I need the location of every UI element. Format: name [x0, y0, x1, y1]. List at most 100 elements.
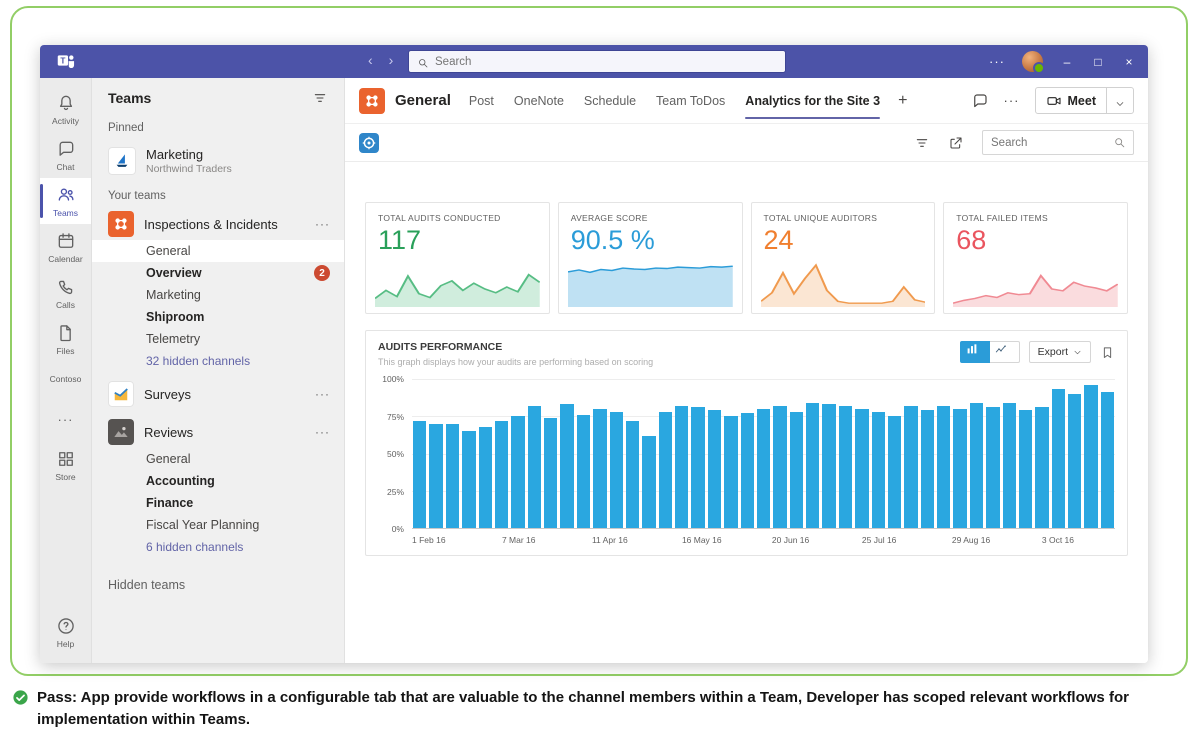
channel-row-shiproom[interactable]: Shiproom: [92, 306, 344, 328]
channel-row-general[interactable]: General: [92, 240, 344, 262]
channel-row-fiscal-year-planning[interactable]: Fiscal Year Planning: [92, 514, 344, 536]
bar-39[interactable]: [1052, 389, 1065, 528]
global-search-input[interactable]: [435, 56, 777, 68]
bar-42[interactable]: [1101, 392, 1114, 528]
tab-onenote[interactable]: OneNote: [514, 78, 564, 123]
team-row-reviews[interactable]: Reviews···: [92, 416, 344, 448]
rail-item-store[interactable]: Store: [40, 442, 91, 488]
tab-team-todos[interactable]: Team ToDos: [656, 78, 725, 123]
bar-4[interactable]: [479, 427, 492, 528]
bar-9[interactable]: [560, 404, 573, 528]
bar-7[interactable]: [528, 406, 541, 528]
rail-item-help[interactable]: Help: [40, 609, 91, 655]
bar-38[interactable]: [1035, 407, 1048, 528]
meet-dropdown-button[interactable]: [1107, 88, 1133, 113]
titlebar-more-button[interactable]: ···: [989, 54, 1005, 69]
channel-row-accounting[interactable]: Accounting: [92, 470, 344, 492]
share-icon[interactable]: [948, 135, 964, 151]
rail-item-calendar[interactable]: Calendar: [40, 224, 91, 270]
rail-item-contoso[interactable]: Contoso: [40, 362, 91, 396]
minimize-button[interactable]: –: [1060, 55, 1074, 69]
bar-40[interactable]: [1068, 394, 1081, 528]
bar-10[interactable]: [577, 415, 590, 528]
filter-icon[interactable]: [312, 90, 328, 106]
bar-24[interactable]: [806, 403, 819, 528]
bar-26[interactable]: [839, 406, 852, 528]
tab-analytics-for-the-site-3[interactable]: Analytics for the Site 3: [745, 78, 880, 123]
channel-row-overview[interactable]: Overview2: [92, 262, 344, 284]
bar-25[interactable]: [822, 404, 835, 528]
channel-row-32-hidden-channels[interactable]: 32 hidden channels: [92, 350, 344, 372]
channel-row-telemetry[interactable]: Telemetry: [92, 328, 344, 350]
bar-29[interactable]: [888, 416, 901, 528]
rail-item-chat[interactable]: Chat: [40, 132, 91, 178]
rail-item-files[interactable]: Files: [40, 316, 91, 362]
bar-34[interactable]: [970, 403, 983, 528]
bar-27[interactable]: [855, 409, 868, 528]
bar-23[interactable]: [790, 412, 803, 528]
rail-item-more[interactable]: ···: [40, 396, 91, 442]
tab-search-box[interactable]: [982, 130, 1134, 155]
team-row-surveys[interactable]: Surveys···: [92, 378, 344, 410]
back-button[interactable]: ‹: [368, 52, 373, 69]
bar-20[interactable]: [741, 413, 754, 528]
channel-row-6-hidden-channels[interactable]: 6 hidden channels: [92, 536, 344, 558]
bar-16[interactable]: [675, 406, 688, 528]
bar-12[interactable]: [610, 412, 623, 528]
pinned-team-marketing[interactable]: Marketing Northwind Traders: [92, 140, 344, 182]
global-search-box[interactable]: [408, 50, 786, 73]
bar-6[interactable]: [511, 416, 524, 528]
bar-15[interactable]: [659, 412, 672, 528]
bar-8[interactable]: [544, 418, 557, 528]
bar-22[interactable]: [773, 406, 786, 528]
bar-2[interactable]: [446, 424, 459, 528]
tab-post[interactable]: Post: [469, 78, 494, 123]
channel-row-finance[interactable]: Finance: [92, 492, 344, 514]
forward-button[interactable]: ›: [389, 52, 394, 69]
channel-row-general[interactable]: General: [92, 448, 344, 470]
bar-41[interactable]: [1084, 385, 1097, 528]
bar-14[interactable]: [642, 436, 655, 528]
add-tab-button[interactable]: +: [898, 92, 907, 110]
tab-search-input[interactable]: [991, 137, 1107, 149]
bar-21[interactable]: [757, 409, 770, 528]
bar-18[interactable]: [708, 410, 721, 528]
bar-33[interactable]: [953, 409, 966, 528]
bar-11[interactable]: [593, 409, 606, 528]
bar-35[interactable]: [986, 407, 999, 528]
rail-item-activity[interactable]: Activity: [40, 86, 91, 132]
team-row-inspections-incidents[interactable]: Inspections & Incidents···: [92, 208, 344, 240]
bar-31[interactable]: [921, 410, 934, 528]
bar-36[interactable]: [1003, 403, 1016, 528]
meet-button[interactable]: Meet: [1035, 87, 1134, 114]
bar-32[interactable]: [937, 406, 950, 528]
bar-13[interactable]: [626, 421, 639, 528]
bar-37[interactable]: [1019, 410, 1032, 528]
filter-icon[interactable]: [914, 135, 930, 151]
bar-0[interactable]: [413, 421, 426, 528]
maximize-button[interactable]: □: [1091, 55, 1105, 69]
export-button[interactable]: Export: [1029, 341, 1091, 363]
bar-28[interactable]: [872, 412, 885, 528]
bar-19[interactable]: [724, 416, 737, 528]
team-more-button[interactable]: ···: [315, 387, 330, 401]
bar-30[interactable]: [904, 406, 917, 528]
line-chart-toggle-button[interactable]: [990, 341, 1020, 363]
bar-chart-toggle-button[interactable]: [960, 341, 990, 363]
bar-3[interactable]: [462, 431, 475, 528]
bar-5[interactable]: [495, 421, 508, 528]
hidden-teams-label[interactable]: Hidden teams: [92, 564, 344, 606]
bar-17[interactable]: [691, 407, 704, 528]
rail-item-teams[interactable]: Teams: [40, 178, 91, 224]
avatar[interactable]: [1022, 51, 1043, 72]
chat-bubble-icon[interactable]: [971, 92, 989, 110]
channel-row-marketing[interactable]: Marketing: [92, 284, 344, 306]
tab-schedule[interactable]: Schedule: [584, 78, 636, 123]
team-more-button[interactable]: ···: [315, 217, 330, 231]
bar-1[interactable]: [429, 424, 442, 528]
channel-more-button[interactable]: ···: [1004, 93, 1020, 108]
rail-item-calls[interactable]: Calls: [40, 270, 91, 316]
close-button[interactable]: ×: [1122, 55, 1136, 69]
bookmark-icon[interactable]: [1100, 345, 1115, 360]
team-more-button[interactable]: ···: [315, 425, 330, 439]
